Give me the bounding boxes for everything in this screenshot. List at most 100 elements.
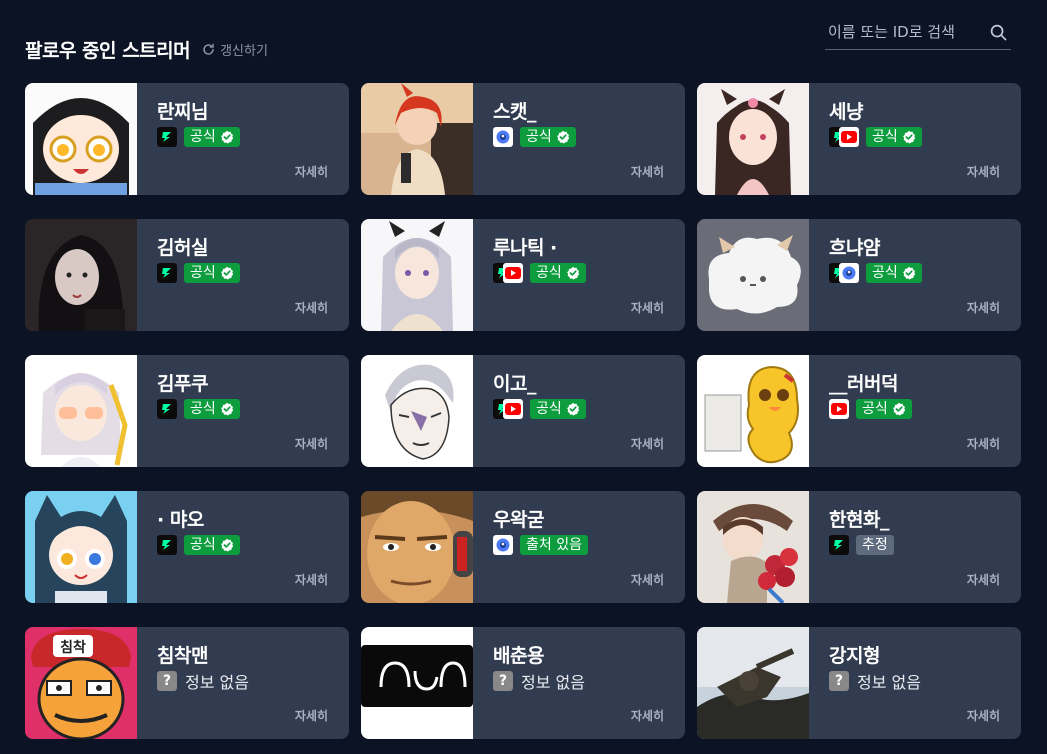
- verified-check-icon: [220, 402, 234, 416]
- chzzk-logo-icon: [829, 535, 849, 555]
- streamer-card[interactable]: 김허실 공식 자세히: [25, 219, 349, 331]
- streamer-name: 김허실: [157, 237, 208, 259]
- refresh-button[interactable]: 갱신하기: [202, 40, 268, 59]
- streamer-name: 이고_: [493, 373, 536, 395]
- status-text: 정보 없음: [521, 673, 585, 692]
- page-header: 팔로우 중인 스트리머 갱신하기: [25, 36, 268, 63]
- streamer-badges: 공식: [157, 262, 240, 284]
- question-mark-icon: ?: [829, 671, 849, 691]
- streamer-avatar: [697, 355, 809, 467]
- status-text: 공식: [872, 265, 898, 281]
- streamer-badges: 공식: [493, 262, 586, 284]
- streamer-card[interactable]: __러버덕 공식 자세히: [697, 355, 1021, 467]
- streamer-avatar: [697, 627, 809, 739]
- streamer-avatar: [25, 355, 137, 467]
- svg-text:침착: 침착: [60, 639, 86, 656]
- streamer-card[interactable]: 스캣_ 공식 자세히: [361, 83, 685, 195]
- status-badge: 공식: [520, 127, 576, 147]
- search-icon[interactable]: [990, 24, 1007, 41]
- status-text: 공식: [190, 129, 216, 145]
- chzzk-logo-icon: [157, 127, 177, 147]
- streamer-name: 강지형: [829, 645, 880, 667]
- streamer-badges: 추정: [829, 534, 894, 556]
- streamer-card[interactable]: 우왁굳 출처 있음 자세히: [361, 491, 685, 603]
- status-badge: 공식: [530, 399, 586, 419]
- streamer-card[interactable]: 한현화_ 추정 자세히: [697, 491, 1021, 603]
- detail-link[interactable]: 자세히: [631, 435, 664, 452]
- status-text: 공식: [862, 401, 888, 417]
- streamer-card[interactable]: 침착 침착맨 ? 정보 없음 자세히: [25, 627, 349, 739]
- search-input[interactable]: [825, 23, 978, 41]
- streamer-avatar: [361, 355, 473, 467]
- detail-link[interactable]: 자세히: [967, 435, 1000, 452]
- status-badge: 공식: [866, 263, 922, 283]
- verified-check-icon: [566, 266, 580, 280]
- detail-link[interactable]: 자세히: [967, 571, 1000, 588]
- streamer-card[interactable]: 강지형 ? 정보 없음 자세히: [697, 627, 1021, 739]
- youtube-logo-icon: [503, 399, 523, 419]
- question-mark-icon: ?: [157, 671, 177, 691]
- streamer-card[interactable]: 란찌님 공식 자세히: [25, 83, 349, 195]
- detail-link[interactable]: 자세히: [295, 435, 328, 452]
- verified-check-icon: [902, 266, 916, 280]
- streamer-card[interactable]: 루나틱 · 공식 자세히: [361, 219, 685, 331]
- status-badge: 공식: [530, 263, 586, 283]
- streamer-badges: 공식: [157, 534, 240, 556]
- chzzk-logo-icon: [157, 263, 177, 283]
- streamer-avatar: [697, 83, 809, 195]
- streamer-avatar: [25, 491, 137, 603]
- refresh-icon: [203, 43, 214, 55]
- streamer-badges: 공식: [493, 398, 586, 420]
- verified-check-icon: [220, 266, 234, 280]
- status-badge: 공식: [184, 399, 240, 419]
- status-badge: 공식: [184, 535, 240, 555]
- status-badge: 출처 있음: [520, 535, 588, 555]
- detail-link[interactable]: 자세히: [295, 571, 328, 588]
- status-text: 출처 있음: [526, 537, 582, 553]
- streamer-avatar: [361, 219, 473, 331]
- detail-link[interactable]: 자세히: [295, 163, 328, 180]
- streamer-badges: 공식: [829, 398, 912, 420]
- status-text: 공식: [190, 537, 216, 553]
- streamer-avatar: [361, 627, 473, 739]
- streamer-card[interactable]: · 먀오 공식 자세히: [25, 491, 349, 603]
- streamer-card[interactable]: 배춘용 ? 정보 없음 자세히: [361, 627, 685, 739]
- streamer-avatar: [697, 219, 809, 331]
- chzzk-logo-icon: [157, 399, 177, 419]
- soop-logo-icon: [839, 263, 859, 283]
- status-text: 공식: [190, 265, 216, 281]
- soop-logo-icon: [493, 535, 513, 555]
- status-badge: 추정: [856, 535, 894, 555]
- streamer-card[interactable]: 세냥 공식 자세히: [697, 83, 1021, 195]
- streamer-badges: ? 정보 없음: [829, 670, 921, 692]
- youtube-logo-icon: [829, 399, 849, 419]
- streamer-card[interactable]: 김푸쿠 공식 자세히: [25, 355, 349, 467]
- detail-link[interactable]: 자세히: [967, 163, 1000, 180]
- detail-link[interactable]: 자세히: [631, 571, 664, 588]
- streamer-badges: ? 정보 없음: [493, 670, 585, 692]
- verified-check-icon: [902, 130, 916, 144]
- chzzk-logo-icon: [157, 535, 177, 555]
- verified-check-icon: [556, 130, 570, 144]
- streamer-name: 배춘용: [493, 645, 544, 667]
- detail-link[interactable]: 자세히: [631, 707, 664, 724]
- streamer-card[interactable]: 흐냐얌 공식 자세히: [697, 219, 1021, 331]
- streamer-card[interactable]: 이고_ 공식 자세히: [361, 355, 685, 467]
- streamer-badges: 공식: [157, 398, 240, 420]
- detail-link[interactable]: 자세히: [295, 707, 328, 724]
- verified-check-icon: [892, 402, 906, 416]
- detail-link[interactable]: 자세히: [631, 163, 664, 180]
- streamer-avatar: [25, 83, 137, 195]
- status-text: 공식: [872, 129, 898, 145]
- detail-link[interactable]: 자세히: [967, 299, 1000, 316]
- streamer-name: __러버덕: [829, 373, 898, 395]
- streamer-badges: 출처 있음: [493, 534, 588, 556]
- status-text: 공식: [536, 401, 562, 417]
- streamer-name: 김푸쿠: [157, 373, 208, 395]
- verified-check-icon: [220, 538, 234, 552]
- detail-link[interactable]: 자세히: [967, 707, 1000, 724]
- detail-link[interactable]: 자세히: [631, 299, 664, 316]
- detail-link[interactable]: 자세히: [295, 299, 328, 316]
- unknown-badge: ? 정보 없음: [829, 669, 921, 693]
- status-badge: 공식: [866, 127, 922, 147]
